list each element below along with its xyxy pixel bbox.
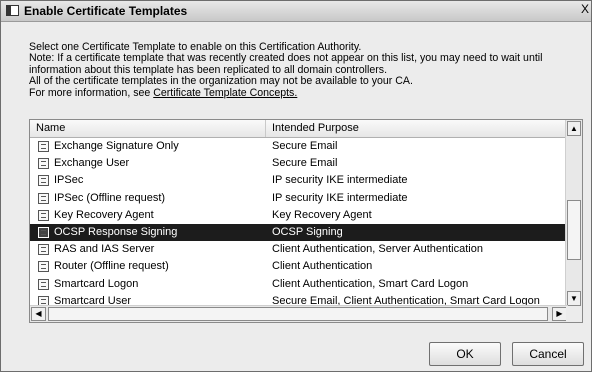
list-header: Name Intended Purpose: [30, 120, 568, 138]
intended-purpose: Client Authentication, Server Authentica…: [272, 243, 483, 256]
title-bar[interactable]: Enable Certificate Templates X: [1, 1, 591, 22]
horizontal-scrollbar[interactable]: ◀ ▶: [30, 305, 568, 322]
column-header-intended-purpose[interactable]: Intended Purpose: [266, 120, 568, 137]
intended-purpose: Key Recovery Agent: [272, 208, 372, 221]
certificate-template-icon: [38, 175, 49, 187]
description-text: Select one Certificate Template to enabl…: [29, 41, 542, 99]
window-icon: [6, 5, 19, 16]
more-info-prefix: For more information, see: [29, 86, 154, 99]
certificate-template-list[interactable]: Name Intended Purpose Exchange Signature…: [29, 119, 583, 323]
template-name: Exchange User: [54, 157, 130, 170]
intended-purpose: Secure Email: [272, 157, 338, 170]
certificate-template-icon: [38, 261, 49, 273]
intended-purpose: OCSP Signing: [272, 225, 343, 238]
scroll-right-icon[interactable]: ▶: [552, 307, 567, 321]
vertical-scrollbar[interactable]: ▲ ▼: [565, 120, 582, 307]
certificate-template-icon: [38, 226, 49, 238]
template-name: IPSec (Offline request): [54, 191, 166, 204]
intended-purpose: IP security IKE intermediate: [272, 174, 408, 187]
list-item[interactable]: Smartcard Logon Client Authentication, Sm…: [30, 276, 568, 293]
template-name: Smartcard Logon: [54, 277, 139, 290]
scroll-up-icon[interactable]: ▲: [567, 121, 581, 136]
template-name: RAS and IAS Server: [54, 243, 155, 256]
close-icon[interactable]: X: [581, 2, 591, 16]
certificate-template-icon: [38, 141, 49, 152]
certificate-template-icon: [38, 278, 49, 290]
horizontal-scroll-thumb[interactable]: [48, 307, 548, 321]
list-item[interactable]: RAS and IAS Server Client Authentication,…: [30, 241, 568, 258]
description-line: For more information, see Certificate Te…: [29, 86, 542, 99]
cancel-button[interactable]: Cancel: [512, 342, 584, 366]
list-item[interactable]: IPSec (Offline request) IP security IKE i…: [30, 190, 568, 207]
template-name: IPSec: [54, 174, 84, 187]
list-rows: Exchange Signature Only Secure Email Excha…: [30, 138, 568, 310]
certificate-template-icon: [38, 209, 49, 221]
scroll-left-icon[interactable]: ◀: [31, 307, 46, 321]
window-title: Enable Certificate Templates: [24, 4, 188, 18]
scroll-down-icon[interactable]: ▼: [567, 291, 581, 306]
template-name: OCSP Response Signing: [54, 225, 178, 238]
template-name: Exchange Signature Only: [54, 140, 179, 152]
list-item[interactable]: Exchange User Secure Email: [30, 155, 568, 172]
list-item[interactable]: IPSec IP security IKE intermediate: [30, 172, 568, 189]
template-name: Router (Offline request): [54, 260, 169, 273]
list-item[interactable]: OCSP Response Signing OCSP Signing: [30, 223, 568, 242]
list-item[interactable]: Router (Offline request) Client Authentic…: [30, 258, 568, 275]
intended-purpose: Secure Email: [272, 140, 338, 152]
enable-certificate-templates-dialog: Enable Certificate Templates X Select on…: [0, 0, 592, 372]
intended-purpose: Client Authentication: [272, 260, 373, 273]
vertical-scroll-thumb[interactable]: [567, 200, 581, 260]
column-header-name[interactable]: Name: [30, 120, 266, 137]
template-name: Key Recovery Agent: [54, 208, 154, 221]
list-item[interactable]: Exchange Signature Only Secure Email: [30, 138, 568, 155]
certificate-template-concepts-link[interactable]: Certificate Template Concepts.: [153, 87, 297, 99]
intended-purpose: IP security IKE intermediate: [272, 191, 408, 204]
certificate-template-icon: [38, 192, 49, 204]
certificate-template-icon: [38, 158, 49, 170]
intended-purpose: Client Authentication, Smart Card Logon: [272, 277, 469, 290]
scrollbar-corner: [566, 306, 582, 322]
list-item[interactable]: Key Recovery Agent Key Recovery Agent: [30, 207, 568, 224]
certificate-template-icon: [38, 244, 49, 256]
ok-button[interactable]: OK: [429, 342, 501, 366]
